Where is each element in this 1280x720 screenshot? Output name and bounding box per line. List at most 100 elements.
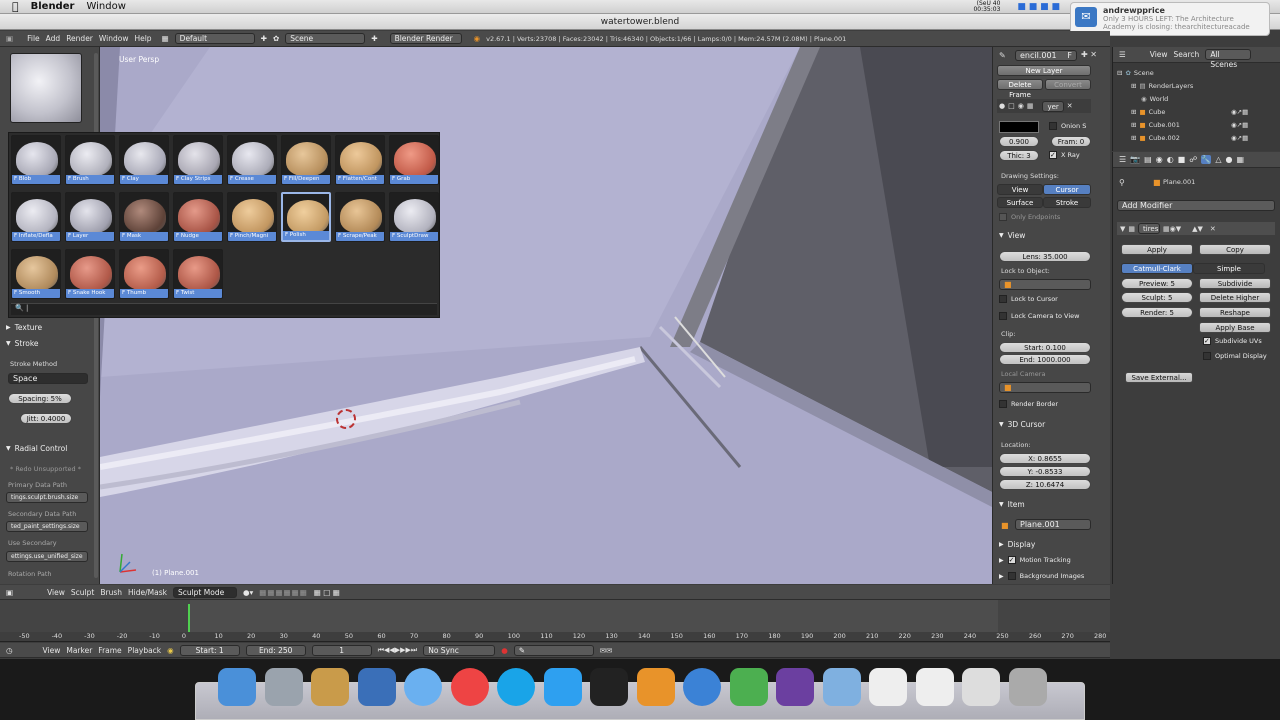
draw-stroke-button[interactable]: Stroke bbox=[1043, 197, 1091, 208]
scene-field[interactable]: Scene bbox=[285, 33, 366, 44]
brush-search-field[interactable]: 🔍 | bbox=[11, 303, 437, 315]
gp-opacity-field[interactable]: 0.900 bbox=[999, 136, 1039, 147]
brush-preview[interactable] bbox=[10, 53, 82, 123]
timeline-view-menu[interactable]: View bbox=[43, 646, 61, 655]
delete-frame-button[interactable]: Delete Frame bbox=[997, 79, 1043, 99]
outliner-filter-select[interactable]: All Scenes bbox=[1205, 49, 1252, 69]
apply-button[interactable]: Apply bbox=[1121, 244, 1193, 255]
draw-cursor-button[interactable]: Cursor bbox=[1043, 184, 1091, 195]
outliner-item-scene[interactable]: ⊟ ✿ Scene bbox=[1117, 69, 1154, 77]
local-camera-field[interactable]: ■ bbox=[999, 382, 1091, 393]
playback-controls[interactable]: ⏮◀◀▶▶▶⏭ bbox=[378, 646, 418, 655]
visibility-icons[interactable]: ◉↗▦ bbox=[1231, 134, 1248, 142]
brush-tile[interactable]: F Brush bbox=[65, 135, 115, 185]
lock-camera-toggle[interactable]: Lock Camera to View bbox=[999, 312, 1079, 320]
preview-icon[interactable] bbox=[311, 668, 349, 706]
3d-cursor-icon[interactable] bbox=[336, 409, 356, 429]
launchpad-icon[interactable] bbox=[264, 668, 303, 706]
sculpt-levels-field[interactable]: Sculpt: 5 bbox=[1121, 292, 1193, 303]
keying-set-field[interactable]: ✎ bbox=[513, 644, 594, 656]
brush-tile[interactable]: F Snake Hook bbox=[65, 249, 115, 299]
outliner-view-menu[interactable]: View bbox=[1150, 50, 1168, 59]
menu-help[interactable]: Help bbox=[134, 34, 151, 43]
lock-object-field[interactable]: ■ bbox=[999, 279, 1091, 290]
3d-cursor-panel-header[interactable]: ▼ 3D Cursor bbox=[999, 420, 1045, 429]
material-tab-icon[interactable]: ● bbox=[1225, 155, 1232, 164]
item-name-field[interactable]: Plane.001 bbox=[1015, 519, 1091, 530]
outliner-item-cube002[interactable]: ⊞ ■ Cube.002 ◉↗▦ bbox=[1131, 134, 1248, 142]
brush-tile[interactable]: F Clay bbox=[119, 135, 169, 185]
outliner-item-cube001[interactable]: ⊞ ■ Cube.001 ◉↗▦ bbox=[1131, 121, 1248, 129]
qt-icon[interactable] bbox=[683, 668, 721, 706]
brush-tile[interactable]: F Fill/Deepen bbox=[281, 135, 331, 185]
layers-icon[interactable]: ▦ bbox=[1027, 102, 1034, 110]
render-border-toggle[interactable]: Render Border bbox=[999, 400, 1058, 408]
mode-select[interactable]: Sculpt Mode bbox=[172, 586, 237, 598]
brush-tile[interactable]: F Polish bbox=[281, 192, 331, 242]
draw-surface-button[interactable]: Surface bbox=[997, 197, 1043, 208]
brush-tile[interactable]: F Scrape/Peak bbox=[335, 192, 385, 242]
use-secondary-field[interactable]: ettings.use_unified_size bbox=[6, 551, 88, 562]
delete-higher-button[interactable]: Delete Higher bbox=[1199, 292, 1271, 303]
messages-icon[interactable] bbox=[404, 668, 442, 706]
lens-field[interactable]: Lens: 35.000 bbox=[999, 251, 1091, 262]
gp-name-field[interactable]: encil.001 F bbox=[1015, 50, 1077, 61]
add-layout-icon[interactable]: ✚ bbox=[261, 34, 267, 43]
gp-fake-user[interactable]: F bbox=[1067, 51, 1072, 60]
skype-icon[interactable] bbox=[497, 668, 535, 706]
item-panel-header[interactable]: ▼ Item bbox=[999, 500, 1025, 509]
twitter-icon[interactable] bbox=[543, 668, 582, 706]
layer-buttons[interactable]: ▦▦▦▦▦▦ bbox=[259, 588, 308, 597]
outliner-item-world[interactable]: ◉ World bbox=[1141, 95, 1168, 103]
properties-editor-icon[interactable]: ☰ bbox=[1119, 155, 1126, 164]
visibility-icons[interactable]: ◉↗▦ bbox=[1231, 108, 1248, 116]
lock-cursor-toggle[interactable]: Lock to Cursor bbox=[999, 295, 1058, 303]
jitter-field[interactable]: Jitt: 0.4000 bbox=[20, 413, 72, 424]
modifier-expand-icon[interactable]: ▼ bbox=[1120, 225, 1125, 233]
constraints-tab-icon[interactable]: ☍ bbox=[1189, 155, 1197, 164]
check-icon[interactable] bbox=[729, 668, 768, 706]
app-menu[interactable]: Blender bbox=[31, 1, 75, 12]
modifier-header[interactable]: ▼ ▦ tires ▦◉▼ ▲▼ ✕ bbox=[1117, 222, 1275, 235]
screen-layout-icon[interactable]: ▦ bbox=[162, 34, 169, 43]
cursor-x-field[interactable]: X: 0.8655 bbox=[999, 453, 1091, 464]
current-frame-field[interactable]: 1 bbox=[311, 644, 372, 656]
pin-icon[interactable]: ⚲ bbox=[1119, 178, 1125, 187]
apple-icon[interactable]:  bbox=[12, 0, 19, 13]
timeline-frame-menu[interactable]: Frame bbox=[98, 646, 121, 655]
gp-layer-row[interactable]: ● □ ◉ ▦ yer ✕ bbox=[997, 99, 1091, 113]
menu-render[interactable]: Render bbox=[66, 34, 93, 43]
brush-tile[interactable]: F Nudge bbox=[173, 192, 223, 242]
preview-range-icon[interactable]: ◉ bbox=[167, 646, 174, 655]
outliner-item-renderlayers[interactable]: ⊞ ▤ RenderLayers bbox=[1131, 82, 1193, 90]
save-external-button[interactable]: Save External... bbox=[1125, 372, 1193, 383]
reshape-button[interactable]: Reshape bbox=[1199, 307, 1271, 318]
sheet-icon[interactable] bbox=[915, 668, 954, 706]
scene-icon[interactable]: ✿ bbox=[273, 34, 279, 43]
shading-select-icon[interactable]: ●▾ bbox=[243, 588, 253, 597]
outliner-item-cube[interactable]: ⊞ ■ Cube ◉↗▦ bbox=[1131, 108, 1248, 116]
brush-tile[interactable]: F Flatten/Cont bbox=[335, 135, 385, 185]
modifier-view-icons[interactable]: ▦◉▼ bbox=[1163, 225, 1181, 233]
brush-tile[interactable]: F Blob bbox=[11, 135, 61, 185]
modifier-name-field[interactable]: tires bbox=[1138, 223, 1161, 234]
window-menu[interactable]: Window bbox=[86, 1, 125, 12]
cursor-z-field[interactable]: Z: 10.6474 bbox=[999, 479, 1091, 490]
background-images-header[interactable]: ▶ Background Images bbox=[999, 572, 1084, 580]
scene-tab-icon[interactable]: ◉ bbox=[1156, 155, 1163, 164]
trash-icon[interactable] bbox=[1008, 668, 1047, 706]
stroke-panel-header[interactable]: ▼ Stroke bbox=[6, 339, 39, 348]
catmull-clark-button[interactable]: Catmull-Clark bbox=[1121, 263, 1193, 274]
blender-icon[interactable] bbox=[636, 668, 675, 706]
brush-tile[interactable]: F Smooth bbox=[11, 249, 61, 299]
viewport-hidemask-menu[interactable]: Hide/Mask bbox=[128, 588, 167, 597]
visibility-icons[interactable]: ◉↗▦ bbox=[1231, 121, 1248, 129]
keyframe-icons[interactable]: ✉✉ bbox=[600, 646, 613, 655]
timeline[interactable]: -50 -40 -30 -20 -10 0 10 20 30 40 50 60 70 80 90 100 110… bbox=[0, 600, 1110, 642]
render-tab-icon[interactable]: 📷 bbox=[1130, 155, 1140, 164]
gp-layer-remove-icon[interactable]: ✕ bbox=[1067, 102, 1073, 110]
draw-view-button[interactable]: View bbox=[997, 184, 1043, 195]
terminal-icon[interactable] bbox=[590, 668, 628, 706]
menu-add[interactable]: Add bbox=[46, 34, 61, 43]
copy-button[interactable]: Copy bbox=[1199, 244, 1271, 255]
